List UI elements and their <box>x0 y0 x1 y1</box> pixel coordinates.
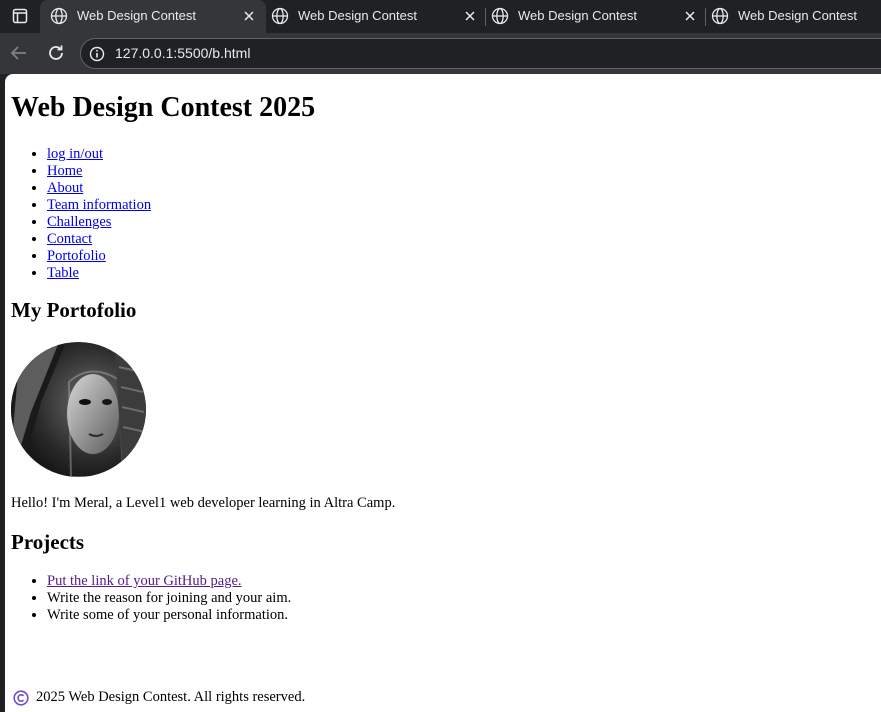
back-icon[interactable] <box>8 42 30 64</box>
nav-link-portfolio[interactable]: Portofolio <box>47 248 106 264</box>
nav-item-challenges: Challenges <box>47 214 151 231</box>
profile-photo <box>11 342 146 477</box>
nav-item-portfolio: Portofolio <box>47 248 151 265</box>
footer-text: 2025 Web Design Contest. All rights rese… <box>36 689 306 705</box>
nav-link-table[interactable]: Table <box>47 265 79 281</box>
nav-item-team: Team information <box>47 197 151 214</box>
globe-icon <box>50 7 68 25</box>
nav-item-table: Table <box>47 265 151 282</box>
portfolio-heading: My Portofolio <box>11 298 137 322</box>
nav-link-contact[interactable]: Contact <box>47 231 92 247</box>
nav-link-team[interactable]: Team information <box>47 197 151 213</box>
intro-text: Hello! I'm Meral, a Level1 web developer… <box>11 495 396 511</box>
tab-1[interactable]: Web Design Contest <box>40 0 266 33</box>
footer: 2025 Web Design Contest. All rights rese… <box>11 689 305 706</box>
nav-link-challenges[interactable]: Challenges <box>47 214 111 230</box>
projects-heading: Projects <box>11 530 85 554</box>
nav-item-about: About <box>47 180 151 197</box>
tab-title: Web Design Contest <box>738 8 857 23</box>
tab-title: Web Design Contest <box>518 8 637 23</box>
page-title: Web Design Contest 2025 <box>11 92 316 123</box>
tab-2[interactable]: Web Design Contest <box>261 0 485 33</box>
globe-icon <box>491 7 509 25</box>
tab-title: Web Design Contest <box>77 8 196 23</box>
globe-icon <box>711 7 729 25</box>
url-text: 127.0.0.1:5500/b.html <box>115 45 251 61</box>
main-nav: log in/out Home About Team information C… <box>11 146 151 282</box>
tab-3[interactable]: Web Design Contest <box>481 0 705 33</box>
address-bar[interactable]: 127.0.0.1:5500/b.html <box>80 38 881 69</box>
nav-link-about[interactable]: About <box>47 180 83 196</box>
nav-item-home: Home <box>47 163 151 180</box>
list-item: Put the link of your GitHub page. <box>47 573 291 590</box>
nav-item-login: log in/out <box>47 146 151 163</box>
copyright-icon <box>13 689 29 706</box>
list-item: Write the reason for joining and your ai… <box>47 590 291 607</box>
nav-item-contact: Contact <box>47 231 151 248</box>
reload-icon[interactable] <box>45 42 67 64</box>
page-content: Web Design Contest 2025 log in/out Home … <box>5 74 881 712</box>
close-icon[interactable] <box>683 9 697 23</box>
tab-title: Web Design Contest <box>298 8 417 23</box>
nav-link-login[interactable]: log in/out <box>47 146 103 162</box>
browser-toolbar: 127.0.0.1:5500/b.html <box>0 33 881 74</box>
globe-icon <box>271 7 289 25</box>
list-item: Write some of your personal information. <box>47 607 291 624</box>
nav-link-home[interactable]: Home <box>47 163 82 179</box>
close-icon[interactable] <box>463 9 477 23</box>
tab-menu-icon[interactable] <box>10 6 30 26</box>
projects-list: Put the link of your GitHub page. Write … <box>11 573 291 624</box>
tab-4[interactable]: Web Design Contest <box>701 0 881 33</box>
close-icon[interactable] <box>242 9 256 23</box>
info-icon[interactable] <box>89 46 105 62</box>
tab-strip: Web Design Contest Web Design Contest We… <box>0 0 881 33</box>
github-link[interactable]: Put the link of your GitHub page. <box>47 573 242 589</box>
